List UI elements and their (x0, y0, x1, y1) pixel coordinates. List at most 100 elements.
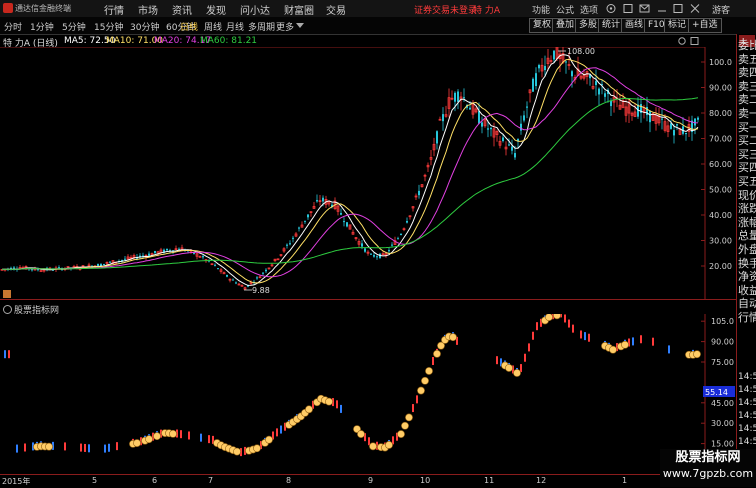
menu-item-discover[interactable]: 发现 (206, 2, 226, 17)
date-label: 11 (484, 476, 495, 485)
indicator-bar (572, 324, 574, 333)
indicator-bar (632, 337, 634, 346)
high-marker-label: 108.00 (567, 47, 595, 56)
period-30min[interactable]: 30分钟 (130, 20, 159, 33)
period-monthly[interactable]: 月线 (226, 20, 244, 33)
menu-item-ask[interactable]: 问小达 (240, 2, 270, 17)
candle-body (364, 248, 366, 252)
menu-function[interactable]: 功能 (532, 3, 550, 16)
price-tick-label: 90.00 (709, 84, 732, 93)
indicator-marker (401, 421, 409, 430)
candle-body (304, 220, 306, 222)
period-multi[interactable]: 多周期 (248, 20, 275, 33)
menu-item-wealth[interactable]: 财富圈 (284, 2, 314, 17)
menu-item-trade[interactable]: 交易 (326, 2, 346, 17)
indicator-marker (357, 430, 365, 438)
period-more[interactable]: 更多 (276, 20, 294, 33)
indicator-bar (564, 314, 566, 323)
indicator-marker (397, 430, 405, 438)
period-intraday[interactable]: 分时 (4, 20, 22, 33)
low-marker: 9.88 (244, 286, 270, 295)
date-label: 9 (368, 476, 374, 485)
candle-body (370, 253, 372, 255)
candle-body (685, 132, 687, 135)
indicator-marker (265, 435, 273, 444)
indicator-bar (536, 322, 538, 331)
menu-options[interactable]: 选项 (580, 3, 598, 16)
candle-body (604, 93, 606, 97)
quote-label: 净资 (738, 270, 756, 284)
indicator-bar (580, 330, 582, 339)
close-icon[interactable] (690, 4, 700, 13)
indicator-bar (276, 428, 278, 437)
period-15min[interactable]: 15分钟 (94, 20, 123, 33)
price-tick-label: 80.00 (709, 109, 732, 118)
candle-body (214, 264, 216, 266)
indicator-bar (80, 443, 82, 452)
candlestick-chart[interactable]: 100.0 90.00 80.00 70.00 60.00 50.00 40.00 30.00… (0, 47, 736, 299)
indicator-chart[interactable]: 105.0 90.00 75.00 45.00 30.00 15.00 55.14 (0, 314, 736, 474)
candle-body (58, 267, 60, 269)
expand-icon[interactable] (690, 37, 699, 45)
quote-label[interactable]: 自动 (738, 298, 756, 310)
candle-body (322, 197, 324, 202)
menu-item-market[interactable]: 市场 (138, 2, 158, 17)
mark-button[interactable]: 标记 (664, 18, 691, 33)
indicator-bar (24, 443, 26, 452)
quote-label: 涨幅 (738, 215, 756, 229)
indicator-bar (200, 433, 202, 442)
period-weekly[interactable]: 周线 (204, 20, 222, 33)
period-5min[interactable]: 5分钟 (62, 20, 86, 33)
quote-label: 买三 (738, 147, 756, 161)
candle-body (487, 128, 489, 130)
indicator-bar (16, 444, 18, 453)
candle-body (226, 275, 228, 277)
quote-label[interactable]: 行情 (738, 312, 756, 324)
candle-body (298, 227, 300, 229)
candle-body (217, 268, 219, 270)
panel-icons (678, 37, 699, 45)
candle-body (37, 269, 39, 271)
maximize-icon[interactable] (673, 4, 683, 13)
tick-time: 14:56 (738, 437, 756, 447)
quote-label: 卖二 (738, 93, 756, 107)
indicator-markers (33, 314, 701, 456)
login-warning[interactable]: 证券交易未登录 (414, 3, 477, 16)
indicator-marker (325, 397, 333, 406)
candle-body (502, 137, 504, 142)
indicator-bar (8, 350, 10, 359)
menu-formula[interactable]: 公式 (556, 3, 574, 16)
menu-item-quotes[interactable]: 行情 (104, 2, 124, 17)
indicator-bar (668, 345, 670, 354)
indicator-cursor-tag: 55.14 (703, 386, 735, 397)
indicator-marker (621, 340, 629, 349)
message-icon[interactable] (639, 4, 650, 13)
menu-item-news[interactable]: 资讯 (172, 2, 192, 17)
chevron-down-icon[interactable] (296, 23, 304, 29)
indicator-marker (433, 349, 441, 358)
indicator-bar (368, 437, 370, 446)
candle-body (240, 285, 244, 287)
candle-body (103, 263, 105, 265)
skin-icon[interactable] (623, 4, 633, 13)
indicator-marker (505, 364, 513, 372)
candle-body (292, 237, 294, 239)
candle-body (532, 78, 534, 92)
low-marker-label: 9.88 (252, 286, 270, 295)
gear-icon[interactable] (678, 37, 686, 45)
candle-body (463, 97, 465, 99)
guest-login[interactable]: 游客 (712, 3, 730, 16)
settings-icon[interactable] (606, 4, 616, 13)
quote-label: 买四 (738, 161, 756, 175)
watermark-url: www.7gpzb.com (662, 467, 754, 480)
indicator-gear-icon[interactable] (3, 305, 12, 314)
period-1min[interactable]: 1分钟 (30, 20, 54, 33)
candle-body (490, 127, 492, 130)
indicator-marker (449, 333, 457, 342)
period-daily[interactable]: 日线 (180, 20, 198, 33)
ex-right-icon[interactable] (3, 290, 11, 298)
indicator-tick-label: 15.00 (711, 440, 734, 449)
candle-body (178, 248, 180, 250)
add-favorite-button[interactable]: +自选 (688, 18, 722, 33)
quote-label: 换手 (738, 256, 756, 270)
